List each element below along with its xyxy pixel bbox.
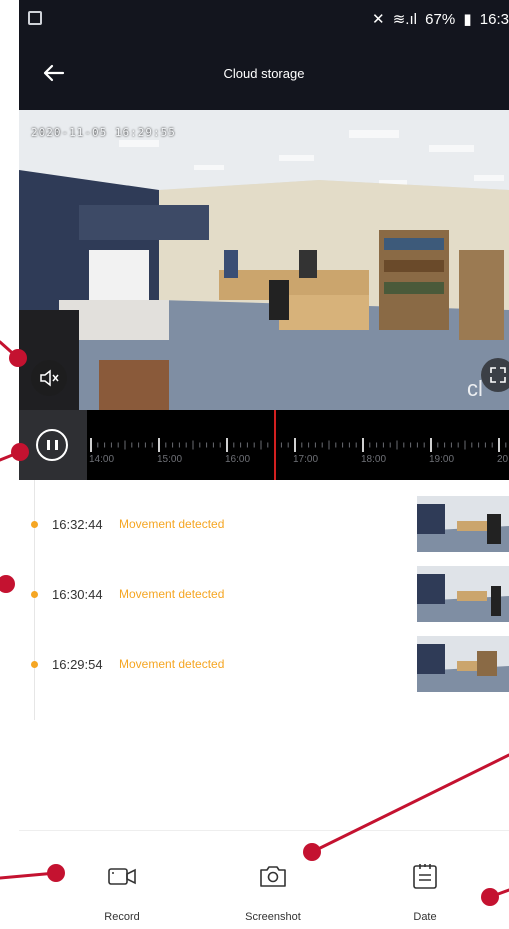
playback-timeline[interactable]: 14:00 15:00 16:00 17:00 18:00 19:00 20 [19, 410, 509, 480]
status-bar: ✕ ≋.ıl 67% ▮ 16:3 [19, 0, 509, 38]
clock: 16:3 [479, 11, 509, 28]
event-dot [31, 521, 38, 528]
expand-icon [490, 367, 506, 383]
timeline-scale[interactable]: 14:00 15:00 16:00 17:00 18:00 19:00 20 [87, 410, 509, 480]
event-row[interactable]: 16:29:54 Movement detected [19, 628, 509, 692]
record-label: Record [104, 911, 140, 923]
pause-button[interactable] [19, 410, 87, 480]
video-player[interactable]: 2020-11-05 16:29:55 cl [19, 110, 509, 410]
timeline-label: 18:00 [361, 454, 387, 465]
video-timestamp: 2020-11-05 16:29:55 [31, 126, 176, 139]
event-description: Movement detected [119, 587, 225, 601]
status-right: ✕ ≋.ıl 67% ▮ 16:3 [368, 10, 509, 28]
event-time: 16:32:44 [52, 517, 103, 532]
record-button[interactable]: Record [67, 831, 177, 929]
timeline-ticks [90, 438, 507, 452]
event-thumbnail[interactable] [417, 636, 509, 692]
timeline-label: 19:00 [429, 454, 455, 465]
date-button[interactable]: Date [370, 831, 480, 929]
app-bar: Cloud storage [19, 38, 509, 110]
video-camera-icon [108, 868, 136, 885]
pause-icon [36, 429, 68, 461]
camera-feed-image [19, 110, 509, 410]
screenshot-button[interactable]: Screenshot [218, 831, 328, 929]
page-title: Cloud storage [223, 66, 305, 81]
event-dot [31, 591, 38, 598]
timeline-label: 17:00 [293, 454, 319, 465]
event-description: Movement detected [119, 517, 225, 531]
mute-button[interactable] [31, 360, 67, 396]
event-description: Movement detected [119, 657, 225, 671]
camera-icon [260, 866, 286, 887]
phone-screen: ✕ ≋.ıl 67% ▮ 16:3 Cloud storage 2020-11-… [19, 0, 509, 929]
event-thumbnail[interactable] [417, 496, 509, 552]
speaker-mute-icon [40, 369, 59, 387]
event-time: 16:29:54 [52, 657, 103, 672]
battery-percent: 67% [425, 11, 456, 28]
calendar-icon [413, 864, 437, 889]
timeline-label: 14:00 [89, 454, 115, 465]
gallery-notification-icon [28, 11, 42, 25]
battery-icon: ▮ [463, 11, 472, 28]
event-row[interactable]: 16:30:44 Movement detected [19, 558, 509, 622]
timeline-label: 20 [497, 454, 509, 465]
screenshot-label: Screenshot [245, 911, 301, 923]
timeline-label: 15:00 [157, 454, 183, 465]
event-dot [31, 661, 38, 668]
timeline-playhead[interactable] [274, 410, 276, 480]
date-label: Date [413, 911, 437, 923]
event-time: 16:30:44 [52, 587, 103, 602]
bottom-action-bar: Record Screenshot Date [19, 830, 509, 929]
event-row[interactable]: 16:32:44 Movement detected [19, 488, 509, 552]
mute-status-icon: ✕ [371, 11, 385, 28]
timeline-label: 16:00 [225, 454, 251, 465]
fullscreen-button[interactable] [481, 358, 509, 392]
event-thumbnail[interactable] [417, 566, 509, 622]
wifi-signal-icon: ≋.ıl [392, 11, 417, 28]
